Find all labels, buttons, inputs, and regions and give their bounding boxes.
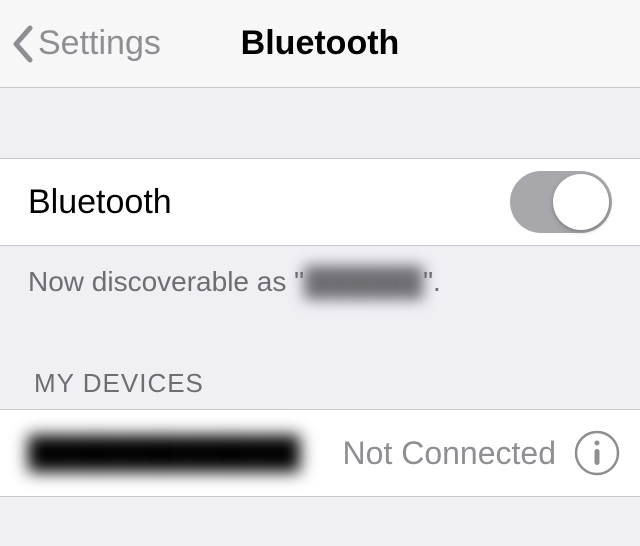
discoverable-text: Now discoverable as "██████". <box>0 246 640 298</box>
info-button[interactable] <box>574 430 620 476</box>
back-button[interactable]: Settings <box>10 24 161 64</box>
info-icon <box>574 430 620 476</box>
my-devices-header: MY DEVICES <box>0 298 640 409</box>
switch-knob <box>553 174 609 230</box>
chevron-left-icon <box>10 24 34 64</box>
device-name: ████████████ <box>28 435 325 472</box>
back-label: Settings <box>38 24 161 63</box>
device-own-name: ██████ <box>304 266 423 297</box>
bluetooth-switch[interactable] <box>510 171 612 233</box>
device-status: Not Connected <box>343 435 556 472</box>
discoverable-suffix: ". <box>423 266 441 297</box>
device-row[interactable]: ████████████ Not Connected <box>0 409 640 497</box>
spacer <box>0 88 640 158</box>
bluetooth-toggle-row: Bluetooth <box>0 158 640 246</box>
bluetooth-label: Bluetooth <box>28 183 172 222</box>
discoverable-prefix: Now discoverable as " <box>28 266 304 297</box>
nav-bar: Settings Bluetooth <box>0 0 640 88</box>
